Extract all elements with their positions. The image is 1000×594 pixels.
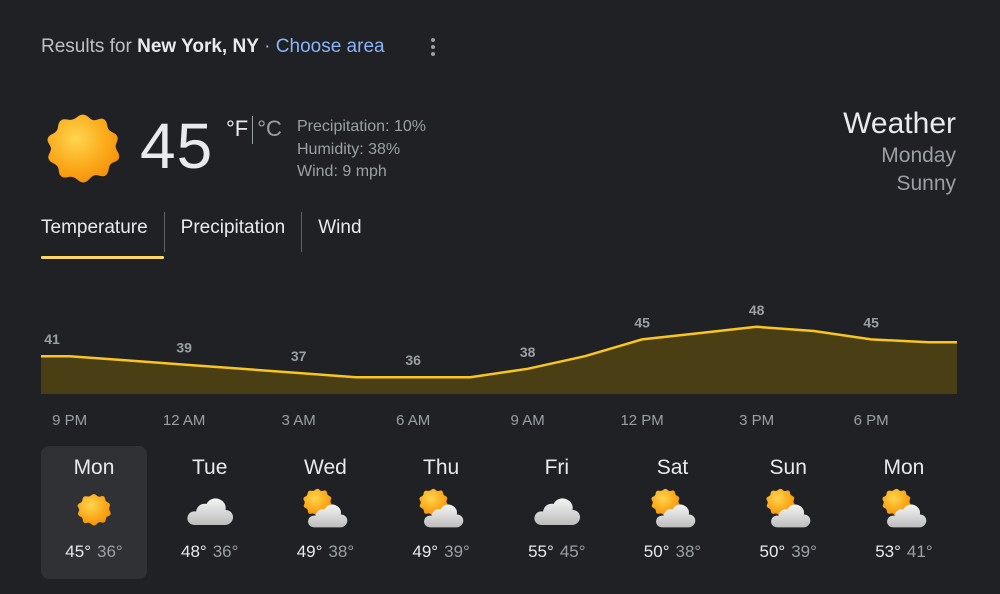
hour-label: 6 AM <box>396 412 431 429</box>
tab-precipitation[interactable]: Precipitation <box>163 212 302 252</box>
temperature-point-label: 36 <box>405 352 421 368</box>
day-high: 53° <box>875 542 901 561</box>
tab-temperature[interactable]: Temperature <box>41 212 164 259</box>
day-low: 41° <box>906 542 933 561</box>
day-high: 55° <box>528 542 554 561</box>
humidity-text: Humidity: 38% <box>297 140 401 158</box>
tab-wind[interactable]: Wind <box>301 212 377 252</box>
cloud-icon <box>529 488 585 538</box>
separator-dot: · <box>264 36 271 57</box>
day-name: Mon <box>883 456 925 479</box>
cloud-icon <box>182 488 238 538</box>
temperature-point-label: 45 <box>863 314 879 330</box>
current-temperature: 45 <box>140 110 214 182</box>
day-high: 50° <box>759 542 786 561</box>
hour-label: 9 AM <box>510 412 545 429</box>
day-high: 49° <box>296 542 323 561</box>
day-card[interactable]: Mon 45° 36° <box>41 446 147 579</box>
day-high: 45° <box>65 542 91 561</box>
temperature-point-label: 38 <box>520 344 536 360</box>
day-temps: 50° 39° <box>735 542 841 562</box>
day-temps: 45° 36° <box>41 542 147 562</box>
day-card[interactable]: Wed 49° 38° <box>272 446 378 579</box>
sun-icon <box>66 488 122 538</box>
wind-text: Wind: 9 mph <box>297 163 387 180</box>
results-prefix: Results for <box>41 36 132 57</box>
temperature-point-label: 37 <box>291 348 307 364</box>
temperature-point-label: 41 <box>44 331 60 347</box>
partly-cloudy-icon <box>760 488 816 538</box>
more-options-icon[interactable] <box>424 38 442 60</box>
hour-label: 6 PM <box>853 412 889 429</box>
results-for-line: Results for New York, NY · Choose area <box>41 36 385 58</box>
day-name: Tue <box>191 456 228 479</box>
hour-label: 3 PM <box>739 412 775 429</box>
location-name: New York, NY <box>137 36 259 57</box>
day-low: 38° <box>328 542 355 561</box>
day-name: Wed <box>304 456 347 479</box>
temperature-chart: 41 39 37 36 38 45 48 45 <box>41 302 957 394</box>
temperature-point-label: 39 <box>176 340 192 356</box>
unit-divider <box>252 116 254 144</box>
hour-label: 12 PM <box>620 412 664 429</box>
day-name: Sat <box>656 456 689 479</box>
sun-icon <box>47 114 120 183</box>
day-name: Thu <box>423 456 460 479</box>
weather-condition: Sunny <box>896 172 956 195</box>
day-card[interactable]: Sun 50° 39° <box>735 446 841 579</box>
day-temps: 50° 38° <box>620 542 726 562</box>
partly-cloudy-icon <box>876 488 932 538</box>
day-low: 38° <box>675 542 702 561</box>
partly-cloudy-icon <box>297 488 353 538</box>
day-card[interactable]: Thu 49° 39° <box>388 446 494 579</box>
partly-cloudy-icon <box>413 488 469 538</box>
day-name: Mon <box>73 456 115 479</box>
day-temps: 49° 38° <box>272 542 378 562</box>
daily-forecast: Mon 45° 36° Tue 48° 36° Wed 49° 38° Thu 49° 39° Fri 5… <box>41 446 957 579</box>
day-high: 48° <box>180 542 207 561</box>
day-card[interactable]: Tue 48° 36° <box>157 446 263 579</box>
unit-toggle: °F °C <box>226 116 282 144</box>
day-card[interactable]: Fri 55° 45° <box>504 446 610 579</box>
hour-label: 9 PM <box>52 412 88 429</box>
temperature-point-label: 48 <box>749 302 765 318</box>
choose-area-link[interactable]: Choose area <box>276 36 385 57</box>
day-high: 49° <box>412 542 439 561</box>
day-temps: 48° 36° <box>157 542 263 562</box>
day-card[interactable]: Mon 53° 41° <box>851 446 957 579</box>
day-low: 36° <box>97 542 123 561</box>
celsius-unit[interactable]: °C <box>257 116 282 142</box>
day-high: 50° <box>643 542 670 561</box>
day-temps: 55° 45° <box>504 542 610 562</box>
hour-label: 12 AM <box>162 412 206 429</box>
weather-title: Weather <box>843 107 956 140</box>
day-temps: 53° 41° <box>851 542 957 562</box>
weather-summary: Weather Monday Sunny <box>843 106 956 198</box>
partly-cloudy-icon <box>645 488 701 538</box>
day-low: 39° <box>444 542 470 561</box>
weather-day: Monday <box>881 144 956 167</box>
day-temps: 49° 39° <box>388 542 494 562</box>
day-name: Sun <box>769 456 807 479</box>
temperature-point-label: 45 <box>634 314 650 330</box>
hour-labels: 9 PM 12 AM 3 AM 6 AM 9 AM 12 PM 3 PM 6 PM <box>41 412 957 432</box>
chart-tabs: Temperature Precipitation Wind <box>41 212 378 259</box>
day-card[interactable]: Sat 50° 38° <box>620 446 726 579</box>
day-low: 36° <box>212 542 239 561</box>
weather-details: Precipitation: 10% Humidity: 38% Wind: 9… <box>297 116 426 184</box>
day-low: 45° <box>559 542 586 561</box>
temperature-area <box>41 326 957 394</box>
fahrenheit-unit[interactable]: °F <box>226 116 248 142</box>
precipitation-text: Precipitation: 10% <box>297 118 426 135</box>
hour-label: 3 AM <box>281 412 316 429</box>
day-name: Fri <box>544 456 570 479</box>
day-low: 39° <box>791 542 817 561</box>
